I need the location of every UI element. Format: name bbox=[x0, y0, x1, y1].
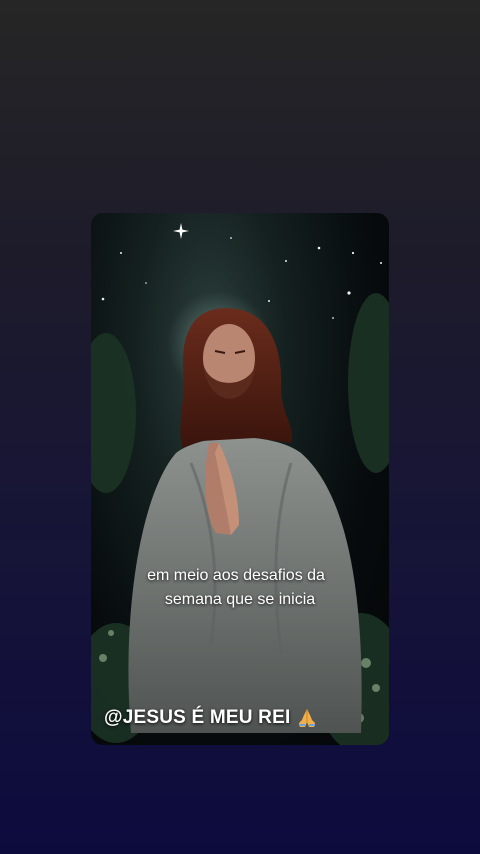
channel-handle-text: @JESUS É MEU REI bbox=[104, 707, 291, 728]
caption-line-2: semana que se inicia bbox=[164, 591, 316, 608]
praying-figure-illustration bbox=[91, 223, 389, 745]
praying-hands-icon bbox=[299, 709, 316, 727]
channel-handle[interactable]: @JESUS É MEU REI bbox=[104, 707, 318, 729]
caption-line-1: em meio aos desafios da bbox=[147, 567, 325, 584]
video-frame[interactable]: em meio aos desafios da semana que se in… bbox=[91, 213, 389, 745]
